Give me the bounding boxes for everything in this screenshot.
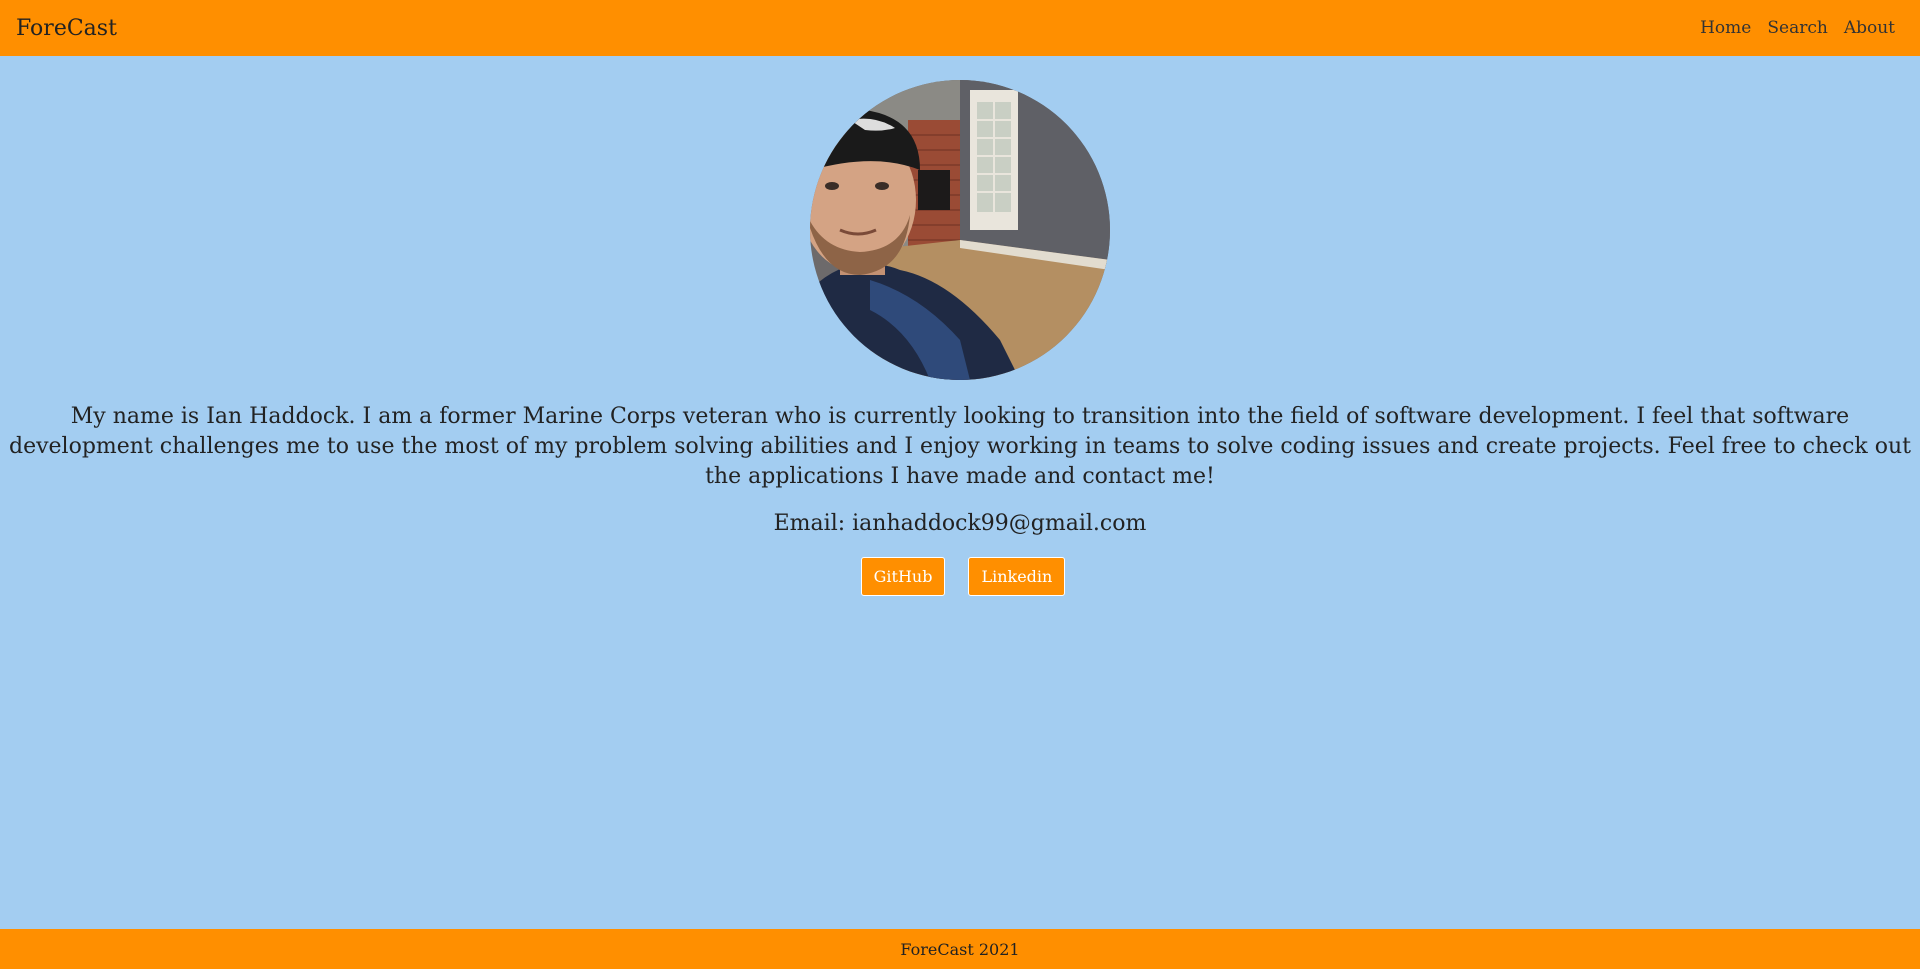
github-button[interactable]: GitHub bbox=[860, 557, 946, 596]
nav-links: Home Search About bbox=[1700, 18, 1895, 38]
linkedin-button[interactable]: Linkedin bbox=[968, 557, 1066, 596]
bio-text: My name is Ian Haddock. I am a former Ma… bbox=[9, 404, 1911, 489]
social-buttons: GitHub Linkedin bbox=[0, 557, 1920, 596]
brand-logo-link[interactable]: ForeCast bbox=[16, 16, 117, 41]
nav-link-search[interactable]: Search bbox=[1767, 18, 1827, 38]
email-text: Email: ianhaddock99@gmail.com bbox=[773, 511, 1147, 536]
navbar: ForeCast Home Search About bbox=[0, 0, 1920, 56]
profile-photo bbox=[810, 80, 1110, 380]
nav-link-about[interactable]: About bbox=[1844, 18, 1895, 38]
nav-link-home[interactable]: Home bbox=[1700, 18, 1751, 38]
footer: ForeCast 2021 bbox=[0, 929, 1920, 969]
footer-text: ForeCast 2021 bbox=[900, 939, 1020, 959]
profile-photo-image bbox=[810, 80, 1110, 380]
about-content: My name is Ian Haddock. I am a former Ma… bbox=[0, 80, 1920, 596]
